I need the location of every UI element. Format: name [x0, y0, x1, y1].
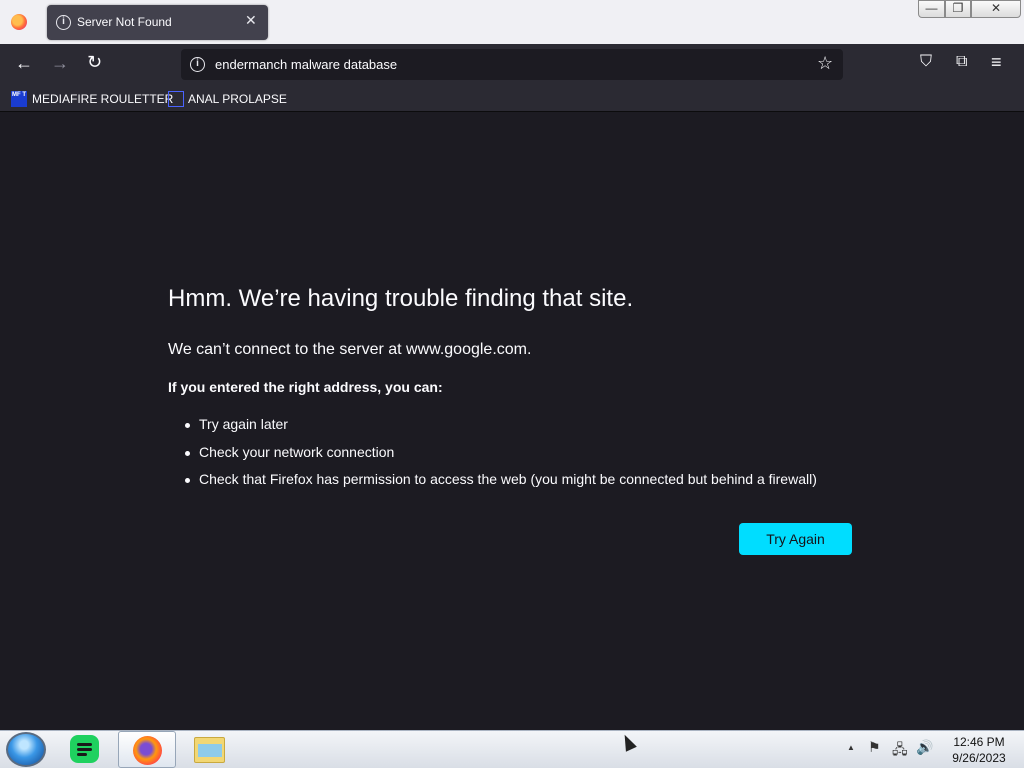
- url-input[interactable]: endermanch malware database: [215, 57, 397, 72]
- firefox-icon: [11, 14, 27, 30]
- tab-strip: i Server Not Found ✕ — ❐ ✕: [0, 0, 1024, 44]
- action-center-flag-icon[interactable]: ⚑: [868, 739, 881, 756]
- folder-icon: [194, 737, 225, 763]
- extensions-icon[interactable]: ⧉: [956, 53, 967, 71]
- bookmark-anal-prolapse[interactable]: ANAL PROLAPSE: [168, 89, 287, 109]
- taskbar-firefox[interactable]: [118, 731, 176, 768]
- clock-date: 9/26/2023: [952, 751, 1006, 765]
- tab-server-not-found[interactable]: i Server Not Found ✕: [47, 5, 268, 40]
- url-bar[interactable]: i endermanch malware database ☆: [181, 49, 843, 80]
- back-arrow-icon[interactable]: ←: [15, 53, 33, 74]
- list-item: Check that Firefox has permission to acc…: [184, 466, 817, 494]
- bookmark-star-icon[interactable]: ☆: [817, 53, 833, 74]
- pocket-icon[interactable]: ⛉: [920, 53, 932, 71]
- taskbar-file-explorer[interactable]: [178, 731, 236, 768]
- close-button[interactable]: ✕: [971, 0, 1021, 18]
- list-item: Try again later: [184, 411, 817, 439]
- minimize-icon: —: [925, 1, 938, 15]
- window-controls: — ❐ ✕: [918, 0, 1021, 18]
- firefox-icon: [133, 736, 162, 765]
- navigation-toolbar: ← → ↻ i endermanch malware database ☆ ⛉ …: [0, 44, 1024, 86]
- error-title: Hmm. We’re having trouble finding that s…: [168, 285, 634, 312]
- volume-icon[interactable]: 🔊: [916, 739, 933, 756]
- bookmark-label: MEDIAFIRE ROULETTER: [32, 92, 174, 106]
- start-button[interactable]: [6, 732, 46, 767]
- network-icon[interactable]: 🖧: [892, 739, 908, 763]
- taskbar-notes-app[interactable]: [55, 731, 113, 768]
- list-item: Check your network connection: [184, 439, 817, 467]
- hamburger-menu-icon[interactable]: ≡: [991, 52, 1002, 73]
- error-subheading: If you entered the right address, you ca…: [168, 379, 443, 395]
- mediafire-icon: MF T: [11, 91, 27, 107]
- bookmark-mediafire-rouletter[interactable]: MF T MEDIAFIRE ROULETTER: [11, 89, 173, 109]
- show-hidden-icons-icon[interactable]: ▲: [847, 743, 855, 752]
- info-icon: i: [56, 15, 71, 30]
- suggestion-list: Try again later Check your network conne…: [184, 411, 817, 494]
- restore-icon: ❐: [952, 1, 964, 15]
- notes-app-icon: [70, 735, 99, 763]
- forward-arrow-icon[interactable]: →: [51, 53, 69, 74]
- error-page: Hmm. We’re having trouble finding that s…: [0, 113, 1024, 730]
- reload-icon[interactable]: ↻: [87, 52, 102, 73]
- info-icon[interactable]: i: [190, 57, 205, 72]
- error-description: We can’t connect to the server at www.go…: [168, 341, 532, 358]
- clock-time: 12:46 PM: [953, 735, 1005, 749]
- try-again-button[interactable]: Try Again: [739, 523, 852, 555]
- close-icon: ✕: [990, 1, 1002, 15]
- tab-title: Server Not Found: [77, 15, 172, 29]
- bookmark-label: ANAL PROLAPSE: [188, 92, 287, 106]
- maximize-button[interactable]: ❐: [945, 0, 971, 18]
- tab-close-icon[interactable]: ✕: [245, 12, 257, 29]
- taskbar: ▲ ⚑ 🖧 🔊 12:46 PM 9/26/2023: [0, 730, 1024, 768]
- bookmark-site-icon: [168, 91, 184, 107]
- system-clock[interactable]: 12:46 PM 9/26/2023: [944, 734, 1014, 766]
- minimize-button[interactable]: —: [918, 0, 945, 18]
- bookmarks-toolbar: MF T MEDIAFIRE ROULETTER ANAL PROLAPSE: [0, 86, 1024, 112]
